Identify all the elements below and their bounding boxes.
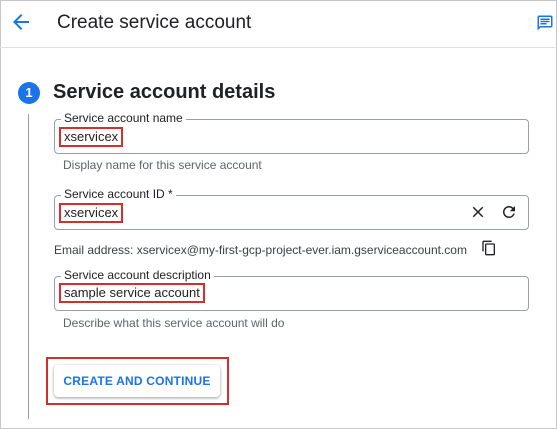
- create-and-continue-button[interactable]: CREATE AND CONTINUE: [54, 365, 220, 397]
- service-account-id-field[interactable]: Service account ID * xservicex: [54, 187, 529, 230]
- service-account-description-value[interactable]: sample service account: [59, 283, 205, 303]
- service-account-name-value[interactable]: xservicex: [59, 127, 124, 147]
- close-icon[interactable]: [469, 203, 487, 221]
- arrow-back-icon[interactable]: [9, 10, 33, 34]
- service-account-id-value[interactable]: xservicex: [59, 203, 124, 223]
- service-account-name-field[interactable]: Service account name xservicex: [54, 111, 529, 154]
- service-account-description-field[interactable]: Service account description sample servi…: [54, 268, 529, 311]
- service-account-description-hint: Describe what this service account will …: [63, 316, 285, 330]
- page-title: Create service account: [57, 12, 252, 33]
- refresh-icon[interactable]: [500, 203, 518, 221]
- service-account-name-label: Service account name: [61, 111, 186, 125]
- service-account-description-label: Service account description: [61, 268, 214, 282]
- service-account-name-hint: Display name for this service account: [63, 158, 262, 172]
- feedback-icon[interactable]: [536, 14, 554, 32]
- header-bar: Create service account: [0, 0, 557, 48]
- email-address-text: Email address: xservicex@my-first-gcp-pr…: [54, 243, 467, 257]
- copy-icon[interactable]: [481, 240, 497, 256]
- step-title: Service account details: [53, 81, 276, 103]
- service-account-id-label: Service account ID *: [61, 187, 176, 201]
- step-connector-line: [28, 114, 29, 419]
- step-number-badge: 1: [18, 82, 40, 104]
